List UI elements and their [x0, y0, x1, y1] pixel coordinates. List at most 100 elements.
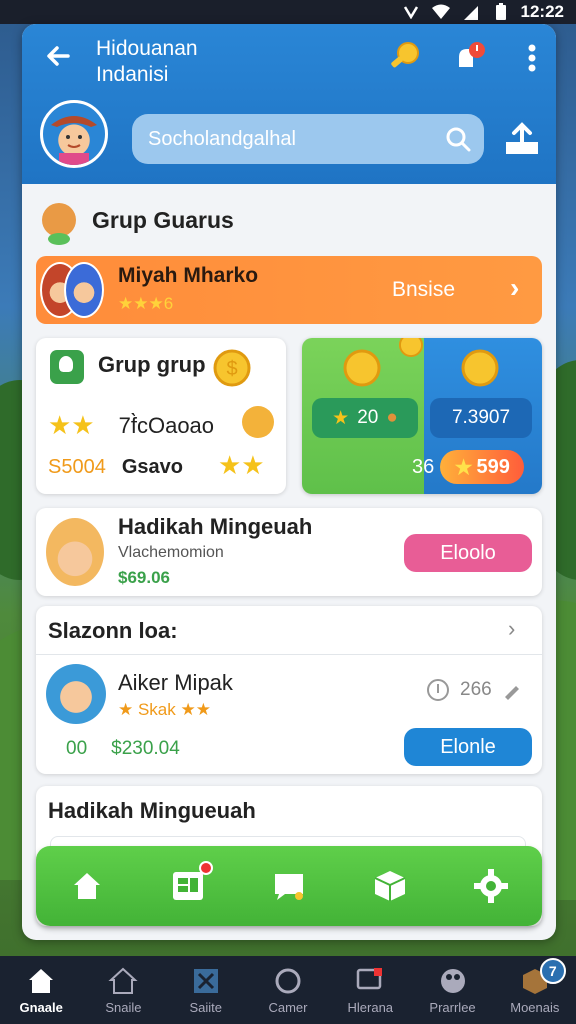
- season-player-name: Aiker Mipak: [118, 670, 233, 695]
- star-icon: ★: [454, 456, 473, 479]
- system-tab-bar: Gnaale Snaile Saiite Camer Hlerana Prarr…: [0, 956, 576, 1024]
- arrow-left-icon: [47, 46, 70, 66]
- list-card-title: Hadikah Mingueuah: [48, 798, 256, 823]
- coin-key-icon: [391, 42, 419, 68]
- reward-bottom-row: 36 ★ 599: [412, 450, 525, 484]
- featured-rating: ★★★6: [118, 294, 174, 313]
- box-icon: [374, 871, 406, 901]
- nav-box[interactable]: [367, 863, 413, 909]
- search-input[interactable]: Socholandgalhal: [132, 114, 484, 164]
- chevron-right-icon[interactable]: ›: [510, 272, 519, 304]
- title-line-1: Hidouanan: [96, 37, 198, 60]
- offer-button[interactable]: Eloolo: [404, 534, 532, 572]
- chat-icon: [274, 874, 303, 900]
- notification-button[interactable]: [452, 40, 488, 76]
- notification-badge: [198, 861, 213, 875]
- upload-icon[interactable]: [504, 120, 540, 156]
- status-bar: 12:22: [0, 0, 576, 24]
- tab-label: Moenais: [510, 1000, 560, 1015]
- group-card-title: Grup grup: [98, 352, 206, 377]
- svg-text:$: $: [226, 358, 237, 380]
- avatar: [64, 262, 104, 318]
- pencil-icon[interactable]: [502, 680, 522, 700]
- reward-card[interactable]: ★ 20 ● 7.3907 36 ★ 599: [302, 338, 542, 494]
- user-avatar[interactable]: [40, 100, 108, 168]
- group-card-row: S5004 Gsavo: [48, 456, 183, 479]
- header: Hidouanan Indanisi Socholandgalhal: [22, 24, 556, 184]
- home-icon: [29, 969, 54, 993]
- group-card-amount: S5004: [48, 456, 106, 478]
- group-section-header: Grup Guarus: [42, 200, 234, 245]
- season-stats-row: 00 $230.04: [66, 738, 180, 760]
- featured-row[interactable]: Miyah Mharko ★★★6 Bnsise ›: [36, 256, 542, 324]
- battery-icon: [491, 3, 511, 20]
- board-icon: [172, 872, 203, 900]
- season-info-count: 266: [460, 679, 492, 700]
- coin-icon: [343, 349, 381, 387]
- coin-icon: $: [213, 349, 251, 387]
- tab-label: Gnaale: [19, 1000, 63, 1015]
- avatar: [46, 518, 104, 586]
- stars-icon: ★★: [48, 410, 95, 440]
- nav-home[interactable]: [64, 863, 110, 909]
- gingerbread-icon: [42, 203, 76, 245]
- search-value: Socholandgalhal: [148, 127, 296, 150]
- season-button[interactable]: Elonle: [404, 728, 532, 766]
- tab-label: Hlerana: [347, 1000, 394, 1015]
- gingerbread-icon: ●: [386, 407, 398, 428]
- offer-price: $69.06: [118, 568, 170, 587]
- tab-label: Snaile: [105, 1000, 142, 1015]
- season-card: Slazonn loa: › Aiker Mipak ★ Skak ★★ 266…: [36, 606, 542, 774]
- reward-badge-value: 599: [476, 455, 510, 478]
- group-title: Grup Guarus: [92, 206, 234, 233]
- season-title: Slazonn loa:: [48, 618, 178, 643]
- nav-chat[interactable]: [266, 863, 312, 909]
- nav-board[interactable]: [165, 861, 213, 909]
- group-card[interactable]: Grup grup $ ★★ 7f̀cOaoao S5004 Gsavo ★★: [36, 338, 286, 494]
- x-icon: [193, 969, 218, 993]
- tab-label: Camer: [268, 1000, 308, 1015]
- nav-settings[interactable]: [468, 863, 514, 909]
- home-icon: [73, 873, 100, 899]
- chevron-right-icon[interactable]: ›: [508, 616, 515, 642]
- tab-hlerana[interactable]: Hlerana: [335, 966, 405, 1015]
- season-stat-a: 00: [66, 738, 88, 759]
- page-title: Hidouanan Indanisi: [96, 36, 198, 88]
- stars-icon: ★★: [218, 450, 265, 480]
- user-icon: [50, 350, 84, 384]
- settings-icon: [474, 869, 509, 903]
- featured-right-label: Bnsise: [392, 278, 456, 301]
- tab-moenais[interactable]: Moenais 7: [500, 958, 570, 1015]
- app-card: Hidouanan Indanisi Socholandgalhal Grup …: [22, 24, 556, 940]
- kebab-icon: [528, 44, 536, 72]
- season-rating: ★ Skak ★★: [118, 700, 211, 719]
- house-outline-icon: [108, 967, 138, 994]
- avatar: [46, 664, 106, 724]
- coin-key-button[interactable]: [386, 40, 422, 76]
- cellular-icon: [461, 4, 481, 20]
- offer-title: Hadikah Mingeuah: [118, 514, 313, 539]
- chat-icon: [357, 968, 383, 990]
- reward-bottom-number: 36: [412, 455, 435, 478]
- tab-prarrlee[interactable]: Prarrlee: [418, 966, 488, 1015]
- tab-label: Prarrlee: [429, 1000, 476, 1015]
- reward-pill-left: ★ 20 ●: [312, 398, 418, 438]
- tab-saiite[interactable]: Saiite: [171, 966, 241, 1015]
- reward-badge: ★ 599: [440, 450, 525, 484]
- season-stat-b: $230.04: [111, 738, 180, 759]
- tab-snaile[interactable]: Snaile: [88, 966, 158, 1015]
- tab-camer[interactable]: Camer: [253, 966, 323, 1015]
- search-icon[interactable]: [444, 125, 472, 153]
- more-menu-button[interactable]: [514, 40, 550, 76]
- tab-gnaale[interactable]: Gnaale: [6, 966, 76, 1015]
- reward-pill-right-value: 7.3907: [451, 407, 511, 428]
- group-card-row: ★★ 7f̀cOaoao: [48, 410, 214, 441]
- status-time: 12:22: [520, 2, 564, 21]
- reward-pill-left-value: 20: [357, 407, 379, 428]
- divider: [36, 654, 542, 655]
- group-card-label: Gsavo: [121, 456, 183, 478]
- bottom-nav: [36, 846, 542, 926]
- back-button[interactable]: [40, 42, 76, 78]
- offer-card[interactable]: Hadikah Mingeuah Vlachemomion $69.06 Elo…: [36, 508, 542, 596]
- featured-avatars: [40, 260, 110, 320]
